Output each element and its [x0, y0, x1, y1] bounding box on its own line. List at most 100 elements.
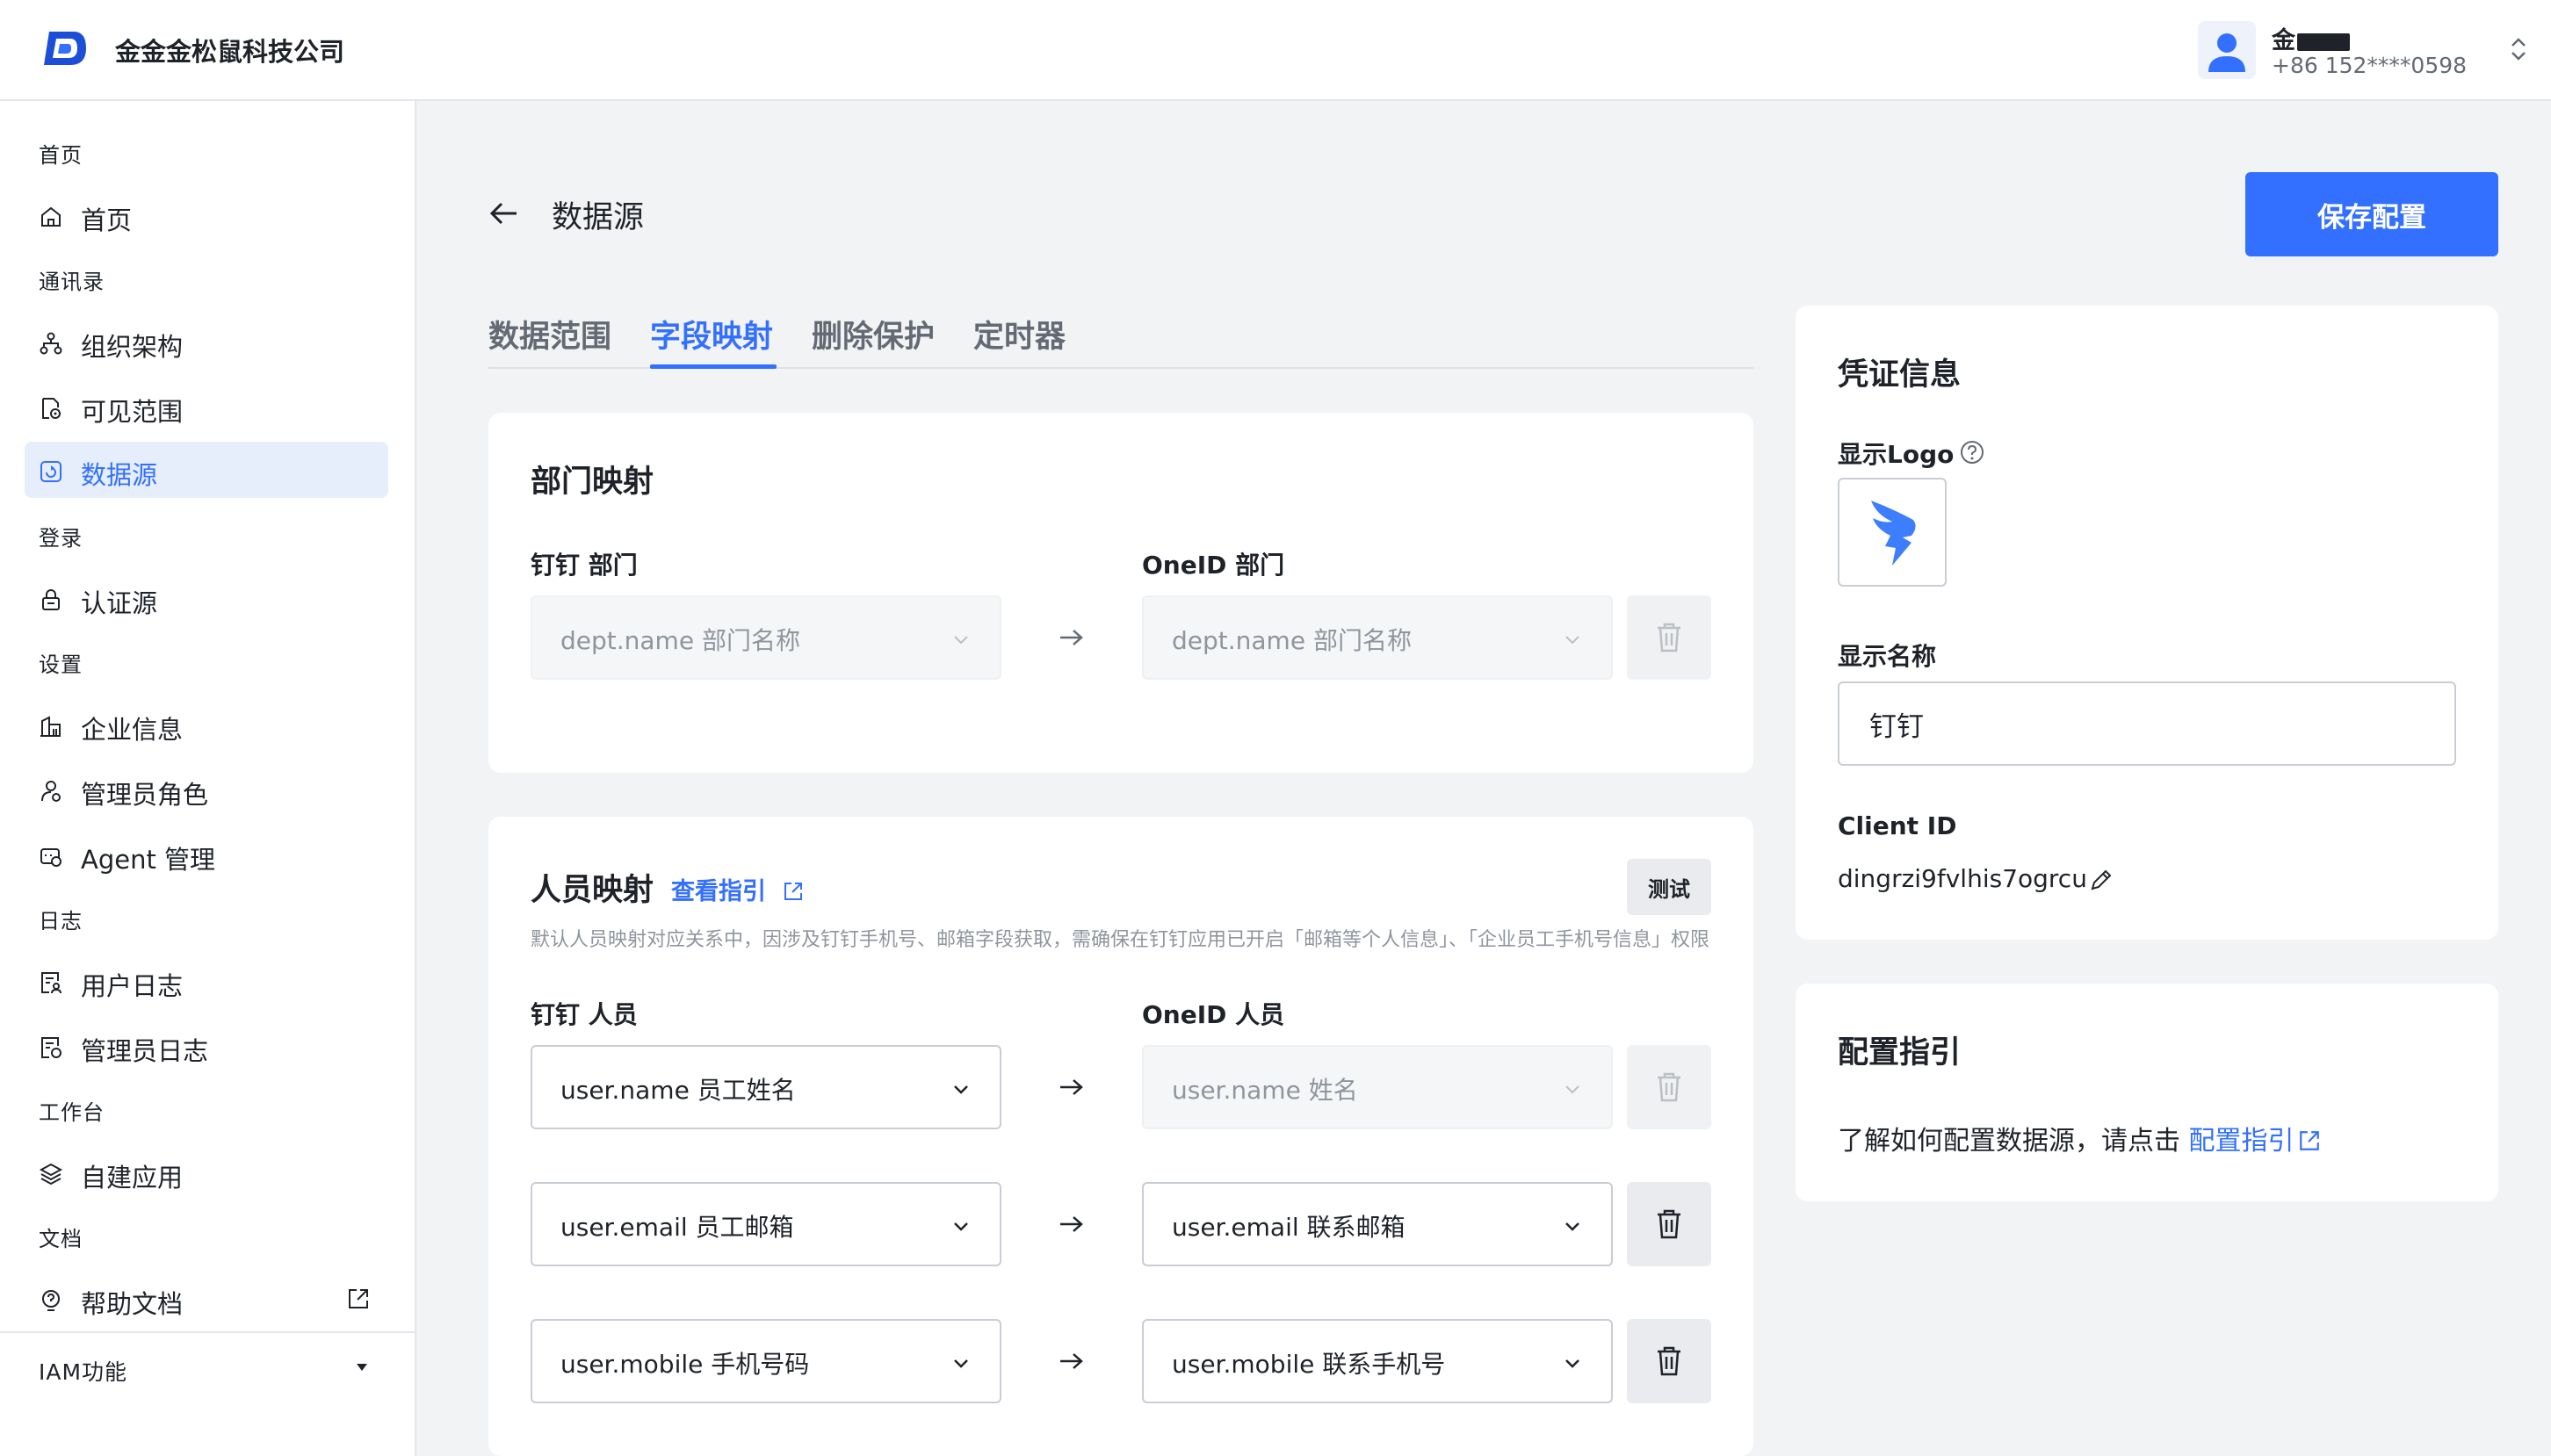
chevron-down-icon	[954, 1085, 968, 1094]
guide-text: 了解如何配置数据源，请点击 配置指引	[1838, 1119, 2321, 1157]
delete-dept-mapping-button	[1627, 595, 1711, 680]
active-tab-indicator	[650, 364, 777, 369]
select-value: user.email 联系邮箱	[1172, 1213, 1406, 1242]
user-mapping-hint: 默认人员映射对应关系中，因涉及钉钉手机号、邮箱字段获取，需确保在钉钉应用已开启「…	[531, 929, 1710, 951]
arrow-right-icon	[1060, 1079, 1083, 1095]
sidebar-item-auth-source[interactable]: 认证源	[25, 570, 388, 626]
sidebar-item-label: 企业信息	[81, 715, 184, 745]
dingtalk-dept-label: 钉钉 部门	[531, 551, 638, 580]
nav-group-workbench: 工作台	[39, 1100, 105, 1125]
trash-icon	[1658, 1209, 1680, 1239]
sidebar-item-company-info[interactable]: 企业信息	[25, 696, 388, 753]
dingtalk-user-field-select[interactable]: user.mobile 手机号码	[531, 1319, 1001, 1403]
sidebar-divider	[0, 1331, 415, 1333]
display-logo-label: 显示Logo	[1838, 440, 1955, 469]
sidebar-item-label: 组织架构	[81, 332, 184, 362]
oneid-user-label: OneID 人员	[1142, 1000, 1285, 1029]
chevron-down-icon	[954, 1359, 968, 1368]
sidebar-item-admin-log[interactable]: 管理员日志	[25, 1018, 388, 1074]
org-icon	[40, 332, 62, 355]
dingtalk-user-field-select[interactable]: user.name 员工姓名	[531, 1045, 1001, 1129]
sidebar-item-custom-app[interactable]: 自建应用	[25, 1144, 388, 1200]
nav-group-settings: 设置	[39, 652, 83, 677]
sidebar-item-label: 首页	[81, 205, 133, 235]
trash-icon	[1658, 1072, 1680, 1102]
delete-user-mapping-button[interactable]	[1627, 1182, 1711, 1266]
sidebar-item-visibility[interactable]: 可见范围	[25, 378, 388, 435]
guide-card	[1796, 984, 2498, 1201]
select-value: user.mobile 联系手机号	[1172, 1350, 1446, 1379]
tab-delete-protection[interactable]: 删除保护	[812, 312, 935, 357]
oneid-user-field-select[interactable]: user.email 联系邮箱	[1142, 1182, 1613, 1266]
trash-icon	[1658, 623, 1680, 652]
nav-group-login: 登录	[39, 526, 83, 551]
caret-down-icon[interactable]	[357, 1364, 367, 1371]
oneid-user-field-select[interactable]: user.mobile 联系手机号	[1142, 1319, 1613, 1403]
sidebar-item-user-log[interactable]: 用户日志	[25, 953, 388, 1009]
help-circle-icon[interactable]	[1959, 439, 1985, 465]
sidebar-item-org[interactable]: 组织架构	[25, 314, 388, 370]
delete-user-mapping-button	[1627, 1045, 1711, 1129]
select-value: user.email 员工邮箱	[560, 1213, 794, 1242]
edit-pencil-icon[interactable]	[2089, 868, 2114, 892]
chevron-down-icon	[1565, 1359, 1579, 1368]
chevron-down-icon	[954, 636, 968, 645]
oneid-dept-select: dept.name 部门名称	[1142, 595, 1613, 680]
client-id-label: Client ID	[1838, 811, 1957, 840]
user-menu[interactable]: 金 +86 152****0598	[2198, 19, 2549, 83]
chevron-updown-icon[interactable]	[2508, 35, 2529, 63]
select-value: user.mobile 手机号码	[560, 1350, 810, 1379]
sidebar-item-home[interactable]: 首页	[25, 187, 388, 243]
tab-data-scope[interactable]: 数据范围	[488, 312, 611, 357]
chevron-down-icon	[1565, 1085, 1579, 1094]
delete-user-mapping-button[interactable]	[1627, 1319, 1711, 1403]
sidebar-item-label: 可见范围	[81, 397, 184, 427]
arrow-right-icon	[1060, 1353, 1083, 1369]
display-name-input[interactable]	[1838, 681, 2456, 766]
nav-group-logs: 日志	[39, 909, 83, 933]
user-phone: +86 152****0598	[2272, 53, 2468, 78]
save-config-button[interactable]: 保存配置	[2245, 172, 2498, 256]
layers-icon	[39, 1163, 63, 1186]
logo-upload[interactable]	[1838, 478, 1947, 587]
view-guide-label: 查看指引	[671, 878, 766, 905]
select-value: user.name 员工姓名	[560, 1076, 796, 1105]
oneid-user-field-select: user.name 姓名	[1142, 1045, 1613, 1129]
external-link-icon	[784, 883, 803, 900]
user-mapping-title: 人员映射	[531, 873, 654, 908]
chevron-down-icon	[1565, 636, 1579, 645]
building-icon	[40, 716, 61, 737]
tab-timer[interactable]: 定时器	[973, 312, 1066, 357]
view-guide-link[interactable]: 查看指引	[671, 872, 804, 906]
nav-group-contacts: 通讯录	[39, 270, 105, 294]
masked-name	[2297, 32, 2350, 51]
admin-role-icon	[41, 781, 61, 802]
user-avatar-icon	[2208, 33, 2245, 72]
dingtalk-logo-icon	[1871, 501, 1916, 566]
tab-field-mapping[interactable]: 字段映射	[650, 312, 773, 357]
iam-feature-toggle[interactable]: IAM功能	[39, 1355, 127, 1387]
back-arrow-icon[interactable]	[488, 200, 518, 227]
chevron-down-icon	[1565, 1222, 1579, 1231]
top-bar: 金金金松鼠科技公司 金 +86 152****0598	[0, 0, 2551, 101]
credential-title: 凭证信息	[1838, 357, 1962, 393]
sidebar-item-agent[interactable]: Agent 管理	[25, 826, 388, 883]
sidebar-item-label: 管理员日志	[81, 1036, 209, 1066]
test-button[interactable]: 测试	[1627, 859, 1711, 915]
agent-icon	[40, 848, 61, 867]
external-link-icon	[349, 1289, 368, 1308]
dingtalk-user-field-select[interactable]: user.email 员工邮箱	[531, 1182, 1001, 1266]
sidebar-item-help-docs[interactable]: 帮助文档	[25, 1271, 388, 1327]
arrow-right-icon	[1060, 630, 1083, 645]
sidebar: 首页 首页 通讯录 组织架构 可见范围 数据源 登录 认证源 设置 企业信息 管…	[0, 101, 416, 1456]
dingtalk-dept-select: dept.name 部门名称	[531, 595, 1001, 680]
config-guide-link[interactable]: 配置指引	[2189, 1126, 2321, 1157]
arrow-right-icon	[1060, 1216, 1083, 1232]
sidebar-item-admin-role[interactable]: 管理员角色	[25, 761, 388, 818]
select-value: user.name 姓名	[1172, 1076, 1358, 1105]
user-log-icon	[41, 972, 61, 994]
sidebar-item-datasource[interactable]: 数据源	[25, 442, 388, 498]
dept-mapping-card	[488, 413, 1753, 773]
app-logo	[44, 32, 86, 65]
file-eye-icon	[42, 398, 61, 419]
